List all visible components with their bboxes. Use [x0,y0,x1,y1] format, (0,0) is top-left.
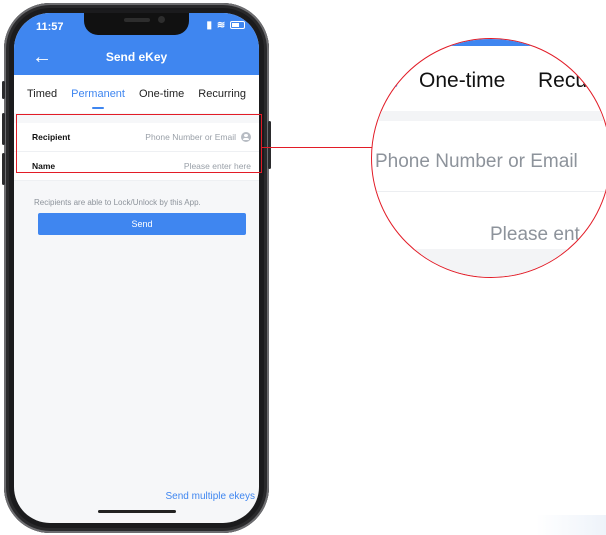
phone-frame: 11:57 ▮ ≋ ← Send eKey Timed Permanent On… [2,3,271,533]
speaker [124,18,150,22]
tab-timed[interactable]: Timed [27,88,57,100]
recipient-note: Recipients are able to Lock/Unlock by th… [34,198,201,207]
zoom-bottom-area [372,249,606,277]
front-camera [158,16,165,23]
tab-one-time[interactable]: One-time [139,88,184,100]
page-title: Send eKey [105,50,168,64]
zoom-divider [372,111,606,121]
tab-recurring[interactable]: Recurring [198,88,246,100]
signal-icon: ▮ [206,20,214,31]
power-button [268,121,271,169]
zoom-recipient-placeholder: Phone Number or Email [375,151,578,172]
volume-up-button [2,113,5,145]
status-time: 11:57 [36,21,64,33]
phone-screen: 11:57 ▮ ≋ ← Send eKey Timed Permanent On… [14,13,259,523]
notch [84,13,189,35]
connector-line [262,147,372,148]
highlight-box [16,114,262,173]
zoom-tab-one-time: One-time [419,69,506,92]
status-icons: ▮ ≋ [207,20,245,31]
send-multiple-ekeys-link[interactable]: Send multiple ekeys [166,491,256,502]
home-indicator [98,510,176,513]
zoom-app-bar [372,39,606,46]
send-button[interactable]: Send [38,213,246,235]
zoom-name-placeholder: Please ent [490,224,580,245]
background-glow [536,515,606,535]
tab-bar: Timed Permanent One-time Recurring [14,75,259,113]
zoom-tab-indicator-icon [388,72,404,88]
wifi-icon: ≋ [216,20,227,31]
zoom-callout: One-time Recu Phone Number or Email Plea… [371,38,606,278]
mute-switch [2,81,5,99]
volume-down-button [2,153,5,185]
tab-permanent[interactable]: Permanent [71,88,125,109]
battery-icon [230,21,245,30]
zoom-tab-recurring: Recu [538,69,588,92]
